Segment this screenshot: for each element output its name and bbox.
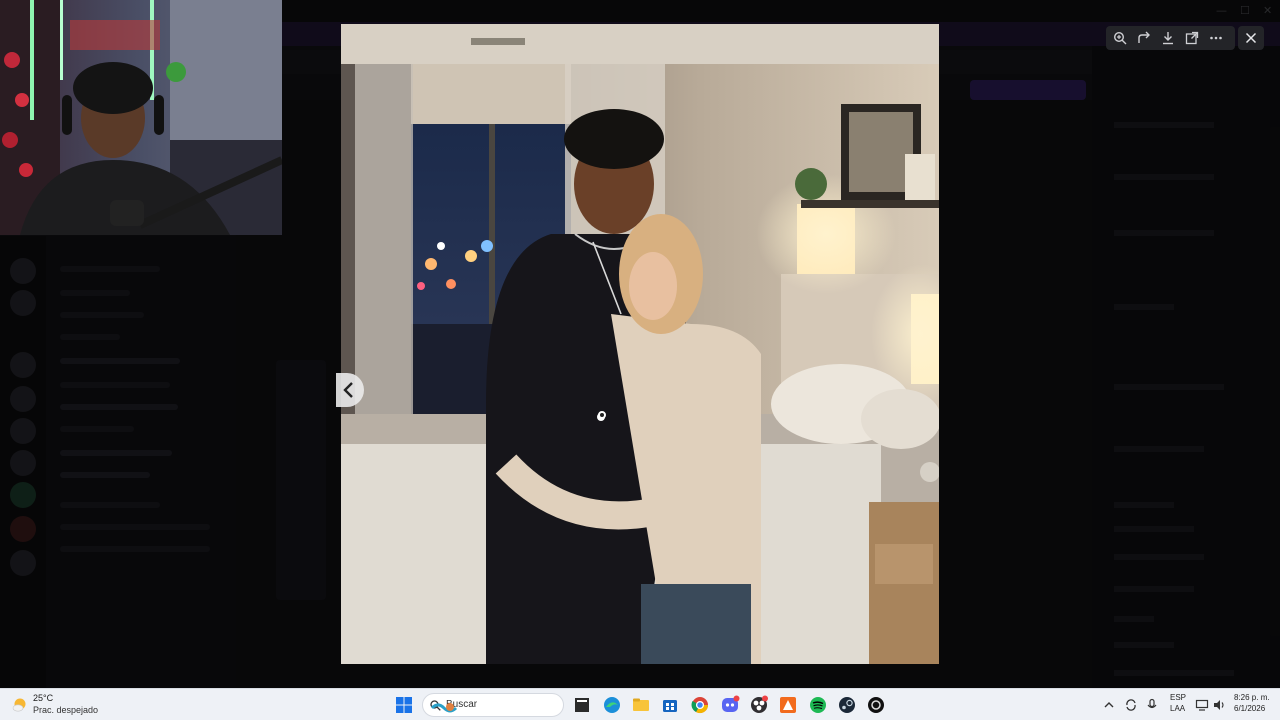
chrome-icon[interactable] [690,695,710,715]
more-options-button[interactable] [1204,26,1228,50]
webcam-feed [0,0,282,235]
chevron-up-icon[interactable] [1102,698,1116,712]
file-explorer-dark-icon[interactable] [572,695,592,715]
folder-icon[interactable] [631,695,651,715]
photo-couple-bedroom [341,24,939,664]
taskbar-search[interactable]: Buscar [422,693,564,717]
keyboard-layout: LAA [1170,704,1186,713]
discord-icon[interactable] [720,695,740,715]
weather-temperature: 25°C [33,693,54,703]
rotate-button[interactable] [1132,26,1156,50]
zoom-in-icon [1113,31,1127,45]
store-icon[interactable] [660,695,680,715]
spotify-icon[interactable] [808,695,828,715]
close-icon [1245,32,1257,44]
chevron-left-icon [343,382,353,398]
windows-taskbar: 25°C Prac. despejado Buscar ESP LAA 8:26… [0,688,1280,720]
viewer-toolbar [1106,26,1235,50]
clock-date: 6/1/2026 [1234,704,1266,713]
obs-icon[interactable] [749,695,769,715]
app-orange-icon[interactable] [778,695,798,715]
edge-icon[interactable] [602,695,622,715]
weather-description: Prac. despejado [33,705,99,715]
app-dark-icon[interactable] [866,695,886,715]
open-external-button[interactable] [1180,26,1204,50]
more-icon [1210,36,1222,40]
open-external-icon [1185,31,1199,45]
microphone-icon[interactable] [1145,698,1159,712]
sync-icon[interactable] [1124,698,1138,712]
webcam-overlay [0,0,282,235]
close-viewer-button[interactable] [1238,26,1264,50]
zoom-in-button[interactable] [1108,26,1132,50]
download-icon [1163,32,1173,45]
network-icon[interactable] [1195,698,1209,712]
windows-start-icon[interactable] [396,697,412,713]
search-highlight-icon [430,703,458,713]
language-code: ESP [1170,693,1187,702]
mouse-cursor [598,411,606,419]
weather-partly-cloudy-icon [12,698,26,712]
volume-icon[interactable] [1212,698,1226,712]
rotate-icon [1138,31,1150,43]
viewer-image[interactable] [341,24,939,664]
steam-icon[interactable] [837,695,857,715]
download-button[interactable] [1156,26,1180,50]
clock-time: 8:26 p. m. [1234,693,1270,702]
